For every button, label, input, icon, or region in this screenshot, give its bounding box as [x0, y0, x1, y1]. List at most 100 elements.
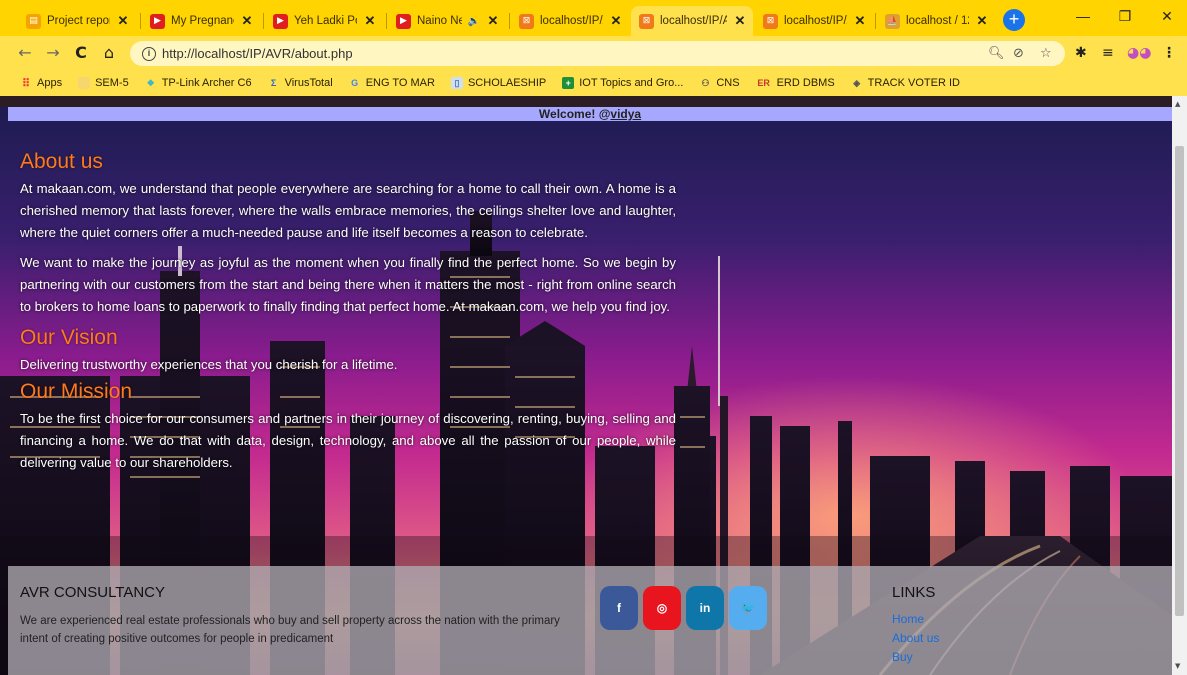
bookmark-iot[interactable]: + IOT Topics and Gro...: [562, 77, 683, 89]
tab-phpmyadmin[interactable]: ⛵ localhost / 12 ✕: [877, 6, 995, 36]
bookmark-track-voter[interactable]: ◈ TRACK VOTER ID: [851, 77, 960, 89]
xampp-icon: ⊠: [639, 13, 654, 29]
about-content: About us At makaan.com, we understand th…: [20, 150, 676, 482]
bookmark-label: IOT Topics and Gro...: [579, 77, 684, 89]
page-viewport: Welcome! @vidya About us At makaan.com, …: [0, 96, 1172, 675]
tab-project-report[interactable]: ▤ Project report ✕: [18, 6, 136, 36]
bookmark-erd[interactable]: ER ERD DBMS: [756, 77, 835, 89]
reload-icon[interactable]: C: [70, 43, 92, 63]
site-info-icon[interactable]: i: [142, 46, 156, 61]
close-icon[interactable]: ✕: [975, 13, 989, 29]
bookmark-label: CNS: [716, 77, 740, 89]
youtube-icon: ▶: [150, 13, 165, 29]
footer-link-about[interactable]: About us: [892, 631, 939, 645]
bookmark-label: TRACK VOTER ID: [867, 77, 960, 89]
apps-grid-icon: ⠿: [21, 77, 31, 90]
bookmark-label: ENG TO MAR: [365, 77, 435, 89]
bookmark-tplink[interactable]: ❖ TP-Link Archer C6: [145, 77, 252, 89]
bookmark-scholarship[interactable]: ▯ SCHOLAESHIP: [450, 77, 547, 89]
xampp-icon: ⊠: [763, 13, 778, 29]
tab-title: My Pregnancy: [171, 15, 234, 27]
tab-title: localhost/IP/A: [784, 15, 847, 27]
virustotal-icon: Σ: [270, 78, 277, 88]
bookmark-label: SEM-5: [95, 77, 129, 89]
address-bar[interactable]: i http://localhost/IP/AVR/about.php: [130, 41, 1065, 66]
reading-list-icon[interactable]: ≡: [1102, 45, 1114, 61]
page-scrollbar[interactable]: ▲ ▼: [1172, 96, 1187, 675]
plus-icon: +: [562, 77, 575, 89]
mission-heading: Our Mission: [20, 380, 133, 403]
close-icon[interactable]: ✕: [240, 13, 254, 29]
document-icon: ▤: [26, 13, 41, 29]
eye-off-icon[interactable]: ⊘: [1013, 46, 1024, 61]
company-description: We are experienced real estate professio…: [20, 615, 560, 645]
minimize-button[interactable]: —: [1068, 8, 1098, 24]
close-icon[interactable]: ✕: [363, 13, 377, 29]
scrollbar-thumb[interactable]: [1175, 146, 1184, 616]
close-icon[interactable]: ✕: [609, 13, 623, 29]
audio-playing-icon[interactable]: 🔈: [468, 16, 480, 27]
about-paragraph-2: We want to make the journey as joyful as…: [20, 255, 676, 314]
vision-text: Delivering trustworthy experiences that …: [20, 357, 398, 372]
tab-localhost-1[interactable]: ⊠ localhost/IP/A ✕: [511, 6, 629, 36]
bookmark-label: TP-Link Archer C6: [161, 77, 252, 89]
footer-link-buy[interactable]: Buy: [892, 650, 913, 664]
about-heading: About us: [20, 150, 103, 173]
username-link[interactable]: vidya: [610, 107, 641, 121]
tab-divider: [875, 13, 876, 29]
home-icon[interactable]: ⌂: [98, 43, 120, 63]
menu-kebab-icon[interactable]: ⋮: [1162, 45, 1176, 61]
tab-my-pregnancy[interactable]: ▶ My Pregnancy ✕: [142, 6, 260, 36]
close-icon[interactable]: ✕: [116, 13, 130, 29]
scroll-down-arrow-icon[interactable]: ▼: [1175, 662, 1180, 670]
facebook-icon[interactable]: f: [600, 586, 638, 630]
back-arrow-icon[interactable]: ←: [14, 43, 36, 63]
about-paragraph-1: At makaan.com, we understand that people…: [20, 181, 676, 240]
bookmark-cns[interactable]: ⚇ CNS: [699, 77, 739, 89]
tab-divider: [140, 13, 141, 29]
tab-divider: [509, 13, 510, 29]
bookmark-label: VirusTotal: [284, 77, 333, 89]
youtube-icon: ▶: [396, 13, 411, 29]
close-window-button[interactable]: ✕: [1152, 8, 1182, 25]
scroll-up-arrow-icon[interactable]: ▲: [1175, 100, 1180, 108]
bookmark-eng-to-mar[interactable]: G ENG TO MAR: [349, 77, 435, 89]
twitter-icon[interactable]: 🐦: [729, 586, 767, 630]
tab-localhost-3[interactable]: ⊠ localhost/IP/A ✕: [755, 6, 873, 36]
close-icon[interactable]: ✕: [486, 13, 500, 29]
address-url[interactable]: http://localhost/IP/AVR/about.php: [162, 46, 353, 61]
bookmark-apps[interactable]: ⠿ Apps: [20, 77, 63, 90]
restore-button[interactable]: ❐: [1110, 8, 1140, 25]
er-icon: ER: [757, 78, 770, 88]
bookmark-label: SCHOLAESHIP: [467, 77, 547, 89]
tab-yeh-ladki[interactable]: ▶ Yeh Ladki Poo ✕: [265, 6, 383, 36]
close-icon[interactable]: ✕: [853, 13, 867, 29]
new-tab-button[interactable]: +: [1003, 9, 1025, 31]
tab-title: Naino Ne: [417, 15, 462, 27]
linkedin-icon[interactable]: in: [686, 586, 724, 630]
tab-localhost-active[interactable]: ⊠ localhost/IP/A ✕: [631, 6, 753, 36]
profile-avatar-icon[interactable]: ◕◕: [1127, 45, 1151, 61]
bookmark-virustotal[interactable]: Σ VirusTotal: [268, 77, 333, 89]
bookmark-label: Apps: [37, 77, 63, 89]
close-icon[interactable]: ✕: [733, 13, 747, 29]
tab-title: localhost/IP/A: [540, 15, 603, 27]
bookmark-sem5[interactable]: SEM-5: [78, 77, 129, 89]
bookmarks-bar: ⠿ Apps SEM-5 ❖ TP-Link Archer C6 Σ Virus…: [0, 70, 1187, 96]
browser-tab-strip: ▤ Project report ✕ ▶ My Pregnancy ✕ ▶ Ye…: [0, 0, 1187, 36]
tab-naino-ne[interactable]: ▶ Naino Ne 🔈 ✕: [388, 6, 506, 36]
folder-icon: [78, 77, 91, 89]
bookmark-label: ERD DBMS: [776, 77, 835, 89]
star-bookmark-icon[interactable]: ☆: [1040, 46, 1052, 61]
forward-arrow-icon[interactable]: →: [42, 43, 64, 63]
instagram-icon[interactable]: ◎: [643, 586, 681, 630]
phpmyadmin-icon: ⛵: [885, 13, 900, 29]
site-footer: AVR CONSULTANCY We are experienced real …: [8, 566, 1172, 675]
tab-title: localhost / 12: [906, 15, 969, 27]
youtube-icon: ▶: [273, 13, 288, 29]
bookmark-page-icon: ▯: [450, 77, 463, 89]
footer-link-home[interactable]: Home: [892, 612, 924, 626]
extensions-puzzle-icon[interactable]: ✱: [1075, 45, 1087, 61]
tab-divider: [263, 13, 264, 29]
zoom-icon[interactable]: 🔍︎: [988, 46, 1005, 61]
